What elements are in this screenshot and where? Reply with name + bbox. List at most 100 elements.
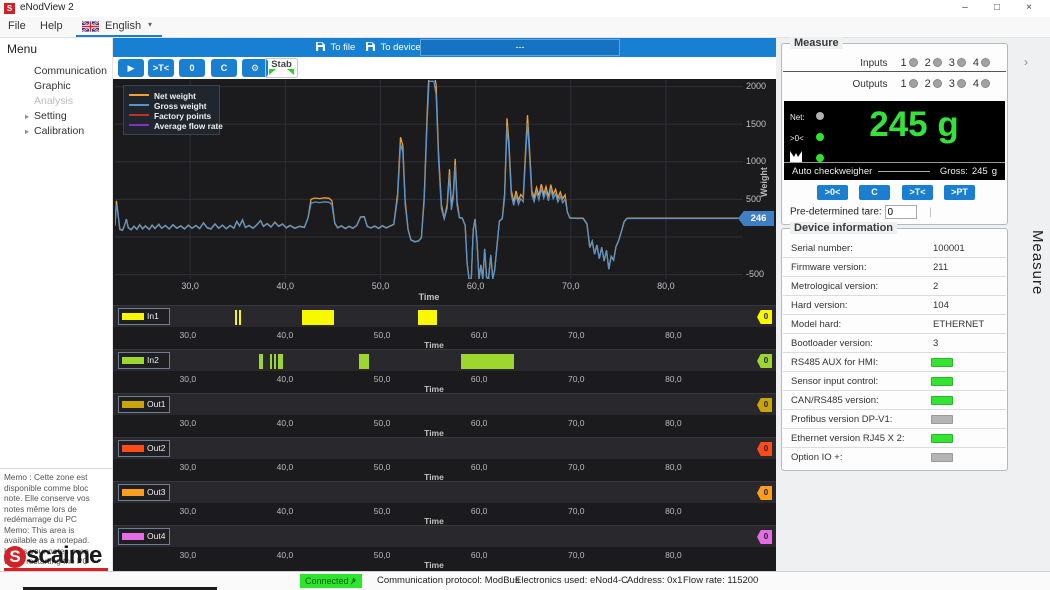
zero-button[interactable]: >0< <box>817 185 848 200</box>
chart-area: Net weightGross weightFactory pointsAver… <box>113 79 776 571</box>
device-info-label: Option IO +: <box>791 448 843 467</box>
status-pill-gray <box>931 415 953 424</box>
preset-tare-button[interactable]: >PT <box>944 185 975 200</box>
x-tick-label: 60,0 <box>462 281 490 291</box>
zero-button[interactable]: 0 <box>179 59 205 77</box>
device-info-row: RS485 AUX for HMI: <box>783 353 1006 372</box>
export-toolbar: To file To device --- <box>113 38 776 57</box>
scaime-logo-icon: S <box>4 546 26 568</box>
sidebar-menu: CommunicationGraphicAnalysis▸Setting▸Cal… <box>0 64 113 139</box>
clear-button[interactable]: C <box>211 59 237 77</box>
strip-label-box: Out2 <box>118 440 170 457</box>
device-info-row: Option IO +: <box>783 448 1006 467</box>
strip-track: Out30 <box>113 481 776 503</box>
strip-value-badge: 0 <box>757 486 772 500</box>
strip-track: Out40 <box>113 525 776 547</box>
minimize-button[interactable]: – <box>950 0 980 16</box>
strip-value-badge: 0 <box>757 442 772 456</box>
close-button[interactable]: × <box>1014 0 1044 16</box>
inputs-led-row: Inputs1234 <box>783 52 1006 72</box>
io-strip-in2[interactable]: In2030,040,050,060,070,080,0Time <box>113 349 776 393</box>
x-tick-label: 50,0 <box>368 550 396 560</box>
indicator-led <box>816 133 824 141</box>
app-icon: S <box>4 3 15 14</box>
display-indicator-row: Net: <box>790 107 824 119</box>
strip-swatch <box>122 533 144 540</box>
to-device-label: To device <box>380 42 420 53</box>
play-button[interactable]: ▶ <box>118 59 144 77</box>
tare-button[interactable]: >T< <box>902 185 933 200</box>
x-tick-label: 50,0 <box>368 374 396 384</box>
chevron-right-icon: ▸ <box>25 124 29 139</box>
y-tick-label: 1500 <box>746 119 774 129</box>
x-tick-label: 40,0 <box>271 281 299 291</box>
x-tick-label: 30,0 <box>174 374 202 384</box>
device-info-row: Profibus version DP-V1: <box>783 410 1006 429</box>
more-options-button[interactable]: --- <box>420 39 620 56</box>
legend-swatch <box>129 114 149 116</box>
legend-item: Net weight <box>129 90 214 100</box>
to-file-button[interactable]: To file <box>316 38 355 57</box>
io-strip-in1[interactable]: In1030,040,050,060,070,080,0Time <box>113 305 776 349</box>
sidebar-item-calibration[interactable]: ▸Calibration <box>0 124 113 139</box>
device-info-value: ETHERNET <box>933 315 984 334</box>
strip-track: In20 <box>113 349 776 371</box>
to-device-button[interactable]: To device <box>366 38 421 57</box>
save-icon <box>316 42 325 51</box>
maximize-button[interactable]: □ <box>982 0 1012 16</box>
display-indicator-label: Net: <box>790 113 810 122</box>
legend-swatch <box>129 104 149 106</box>
x-tick-label: 40,0 <box>271 330 299 340</box>
x-tick-label: 80,0 <box>659 550 687 560</box>
clear-button[interactable]: C <box>859 185 890 200</box>
status-pill-green <box>931 377 953 386</box>
device-info-label: Serial number: <box>791 239 853 258</box>
language-selector[interactable]: English ▾ <box>76 17 162 37</box>
gross-unit: g <box>992 166 997 177</box>
legend-item: Factory points <box>129 110 214 120</box>
io-strip-out2[interactable]: Out2030,040,050,060,070,080,0Time <box>113 437 776 481</box>
x-tick-label: 70,0 <box>562 418 590 428</box>
device-info-row: CAN/RS485 version: <box>783 391 1006 410</box>
x-tick-label: 80,0 <box>659 330 687 340</box>
strip-signal-bar <box>239 310 241 325</box>
weight-chart[interactable]: Net weightGross weightFactory pointsAver… <box>113 79 776 304</box>
device-info-row: Sensor input control: <box>783 372 1006 391</box>
enodview-window: S eNodView 2 – □ × File Help English ▾ M… <box>0 0 1050 590</box>
strip-value-badge: 0 <box>757 310 772 324</box>
strip-label-box: In2 <box>118 352 170 369</box>
measure-side-tab[interactable]: Measure <box>1012 230 1046 295</box>
x-tick-label: 80,0 <box>659 506 687 516</box>
x-tick-label: 50,0 <box>368 418 396 428</box>
io-strip-out1[interactable]: Out1030,040,050,060,070,080,0Time <box>113 393 776 437</box>
x-tick-label: 70,0 <box>562 374 590 384</box>
memo-notepad[interactable]: Memo : Cette zone est disponible comme b… <box>0 468 113 540</box>
chart-column: To file To device --- ▶ >T< 0 C ⚙ Stab N <box>113 38 776 571</box>
strip-signal-bar <box>270 354 272 369</box>
menu-help[interactable]: Help <box>40 20 63 32</box>
tare-button[interactable]: >T< <box>148 59 174 77</box>
device-info-label: Profibus version DP-V1: <box>791 410 892 429</box>
device-info-row: Metrological version:2 <box>783 277 1006 296</box>
tare-label: Pre-determined tare: <box>790 207 882 218</box>
x-tick-label: 50,0 <box>368 330 396 340</box>
menu-file[interactable]: File <box>8 20 26 32</box>
sidebar-item-graphic[interactable]: Graphic <box>0 79 113 94</box>
x-tick-label: 30,0 <box>176 281 204 291</box>
strip-label-box: Out1 <box>118 396 170 413</box>
io-strip-out3[interactable]: Out3030,040,050,060,070,080,0Time <box>113 481 776 525</box>
collapse-panel-chevron-icon[interactable]: › <box>1024 55 1028 69</box>
measure-panel: Measure Inputs1234 Outputs1234 Net:>0< 2… <box>781 43 1008 225</box>
device-info-label: Hard version: <box>791 296 848 315</box>
x-tick-label: 60,0 <box>465 462 493 472</box>
x-tick-label: 80,0 <box>659 374 687 384</box>
strip-signal-bar <box>418 310 437 325</box>
tare-input[interactable] <box>885 205 917 219</box>
io-strip-out4[interactable]: Out4030,040,050,060,070,080,0Time <box>113 525 776 569</box>
strip-swatch <box>122 489 144 496</box>
device-info-label: Firmware version: <box>791 258 867 277</box>
divider-line <box>878 171 930 172</box>
sidebar-item-communication[interactable]: Communication <box>0 64 113 79</box>
sidebar-item-setting[interactable]: ▸Setting <box>0 109 113 124</box>
chevron-right-icon: ▸ <box>25 109 29 124</box>
